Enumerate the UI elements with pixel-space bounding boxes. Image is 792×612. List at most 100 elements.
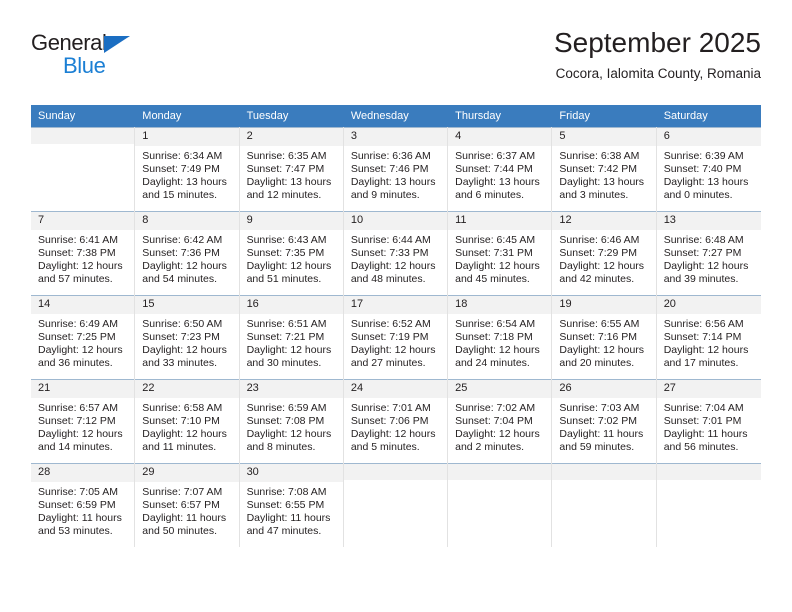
day-number: 25: [448, 379, 552, 398]
calendar-day-cell[interactable]: 29 Sunrise: 7:07 AM Sunset: 6:57 PM Dayligh…: [135, 463, 240, 547]
calendar-day-cell[interactable]: 27 Sunrise: 7:04 AM Sunset: 7:01 PM Dayligh…: [656, 379, 761, 463]
day-details: Sunrise: 7:02 AM Sunset: 7:04 PM Daylight:…: [448, 398, 551, 455]
calendar-day-cell[interactable]: 22 Sunrise: 6:58 AM Sunset: 7:10 PM Dayligh…: [135, 379, 240, 463]
day-daylight-line1-text: Daylight: 12 hours: [38, 343, 123, 356]
day-daylight-line2-text: and 51 minutes.: [246, 273, 322, 286]
day-daylight-line2-text: and 57 minutes.: [38, 273, 113, 286]
day-sunset-text: Sunset: 7:38 PM: [38, 246, 116, 259]
calendar-day-cell[interactable]: 24 Sunrise: 7:01 AM Sunset: 7:06 PM Dayligh…: [343, 379, 449, 463]
day-cell-inner: 22 Sunrise: 6:58 AM Sunset: 7:10 PM Dayligh…: [135, 379, 240, 463]
day-cell-inner: 29 Sunrise: 7:07 AM Sunset: 6:57 PM Dayligh…: [135, 463, 240, 547]
day-number: 30: [239, 463, 343, 482]
day-number: 3: [343, 127, 448, 146]
day-daylight-line2-text: and 53 minutes.: [38, 525, 113, 538]
day-number: 14: [31, 295, 135, 314]
calendar-day-cell[interactable]: 15 Sunrise: 6:50 AM Sunset: 7:23 PM Dayligh…: [135, 295, 240, 379]
day-daylight-line1-text: Daylight: 12 hours: [246, 259, 332, 272]
day-sunrise-text: Sunrise: 6:34 AM: [142, 149, 223, 162]
day-cell-inner: 8 Sunrise: 6:42 AM Sunset: 7:36 PM Daylight…: [135, 211, 240, 295]
day-cell-inner: 6 Sunrise: 6:39 AM Sunset: 7:40 PM Daylight…: [656, 127, 761, 211]
day-sunset-text: Sunset: 7:04 PM: [455, 414, 533, 427]
day-daylight-line2-text: and 12 minutes.: [246, 189, 322, 202]
day-sunrise-text: Sunrise: 6:48 AM: [663, 233, 744, 246]
day-number: 12: [552, 211, 656, 230]
day-cell-inner: 23 Sunrise: 6:59 AM Sunset: 7:08 PM Dayligh…: [239, 379, 344, 463]
day-details: Sunrise: 6:50 AM Sunset: 7:23 PM Daylight:…: [135, 314, 238, 371]
calendar-day-cell[interactable]: 9 Sunrise: 6:43 AM Sunset: 7:35 PM Daylight…: [239, 211, 344, 295]
day-number: [448, 463, 552, 480]
day-sunrise-text: Sunrise: 7:01 AM: [350, 401, 431, 414]
day-number: [552, 463, 656, 480]
day-cell-inner: 18 Sunrise: 6:54 AM Sunset: 7:18 PM Dayligh…: [448, 295, 553, 379]
day-daylight-line2-text: and 27 minutes.: [350, 357, 426, 370]
page-header: General Blue September 2025 Cocora, Ialo…: [31, 27, 761, 99]
day-details: Sunrise: 6:35 AM Sunset: 7:47 PM Daylight:…: [240, 146, 343, 203]
day-number: 15: [135, 295, 239, 314]
day-daylight-line1-text: Daylight: 12 hours: [38, 259, 123, 272]
day-daylight-line2-text: and 17 minutes.: [663, 357, 739, 370]
day-sunrise-text: Sunrise: 6:45 AM: [455, 233, 536, 246]
day-daylight-line2-text: and 56 minutes.: [663, 441, 739, 454]
day-details: Sunrise: 6:37 AM Sunset: 7:44 PM Daylight:…: [448, 146, 551, 203]
calendar-day-cell[interactable]: 13 Sunrise: 6:48 AM Sunset: 7:27 PM Dayligh…: [656, 211, 761, 295]
calendar-day-cell[interactable]: 21 Sunrise: 6:57 AM Sunset: 7:12 PM Dayligh…: [31, 379, 136, 463]
calendar-day-cell[interactable]: 20 Sunrise: 6:56 AM Sunset: 7:14 PM Dayligh…: [656, 295, 761, 379]
calendar-day-cell[interactable]: 28 Sunrise: 7:05 AM Sunset: 6:59 PM Dayligh…: [31, 463, 136, 547]
day-daylight-line2-text: and 0 minutes.: [663, 189, 733, 202]
day-number: [656, 463, 761, 480]
calendar-day-cell[interactable]: 10 Sunrise: 6:44 AM Sunset: 7:33 PM Dayligh…: [343, 211, 449, 295]
day-sunrise-text: Sunrise: 6:57 AM: [38, 401, 118, 414]
calendar-day-cell[interactable]: 16 Sunrise: 6:51 AM Sunset: 7:21 PM Dayligh…: [239, 295, 344, 379]
day-details: Sunrise: 7:03 AM Sunset: 7:02 PM Daylight:…: [552, 398, 655, 455]
day-sunrise-text: Sunrise: 6:44 AM: [350, 233, 431, 246]
calendar-day-cell[interactable]: 2 Sunrise: 6:35 AM Sunset: 7:47 PM Daylight…: [239, 127, 344, 211]
day-sunset-text: Sunset: 7:02 PM: [559, 414, 638, 427]
day-details: Sunrise: 6:46 AM Sunset: 7:29 PM Daylight:…: [552, 230, 655, 287]
calendar-day-cell[interactable]: 3 Sunrise: 6:36 AM Sunset: 7:46 PM Daylight…: [343, 127, 449, 211]
day-sunrise-text: Sunrise: 6:50 AM: [142, 317, 223, 330]
calendar-day-cell[interactable]: 25 Sunrise: 7:02 AM Sunset: 7:04 PM Dayligh…: [448, 379, 553, 463]
day-number: 27: [656, 379, 761, 398]
day-daylight-line2-text: and 54 minutes.: [142, 273, 217, 286]
calendar-day-cell[interactable]: 14 Sunrise: 6:49 AM Sunset: 7:25 PM Dayligh…: [31, 295, 136, 379]
calendar-week-row: 14 Sunrise: 6:49 AM Sunset: 7:25 PM Dayligh…: [31, 295, 761, 379]
day-daylight-line1-text: Daylight: 12 hours: [246, 427, 332, 440]
day-sunset-text: Sunset: 7:36 PM: [142, 246, 220, 259]
day-daylight-line2-text: and 45 minutes.: [455, 273, 530, 286]
day-sunrise-text: Sunrise: 6:58 AM: [142, 401, 223, 414]
day-sunset-text: Sunset: 7:23 PM: [142, 330, 220, 343]
day-daylight-line2-text: and 36 minutes.: [38, 357, 113, 370]
calendar-day-cell[interactable]: 17 Sunrise: 6:52 AM Sunset: 7:19 PM Dayligh…: [343, 295, 449, 379]
calendar-day-cell[interactable]: 1 Sunrise: 6:34 AM Sunset: 7:49 PM Daylight…: [135, 127, 240, 211]
day-daylight-line1-text: Daylight: 12 hours: [142, 259, 227, 272]
day-daylight-line2-text: and 30 minutes.: [246, 357, 322, 370]
day-details: Sunrise: 6:55 AM Sunset: 7:16 PM Daylight:…: [552, 314, 655, 371]
day-sunrise-text: Sunrise: 7:03 AM: [559, 401, 640, 414]
day-cell-inner: [31, 127, 136, 211]
day-cell-inner: 17 Sunrise: 6:52 AM Sunset: 7:19 PM Dayligh…: [343, 295, 449, 379]
logo-text-general: General: [31, 30, 107, 55]
calendar-header-row: Sunday Monday Tuesday Wednesday Thursday…: [31, 105, 761, 127]
day-sunset-text: Sunset: 7:25 PM: [38, 330, 116, 343]
day-sunset-text: Sunset: 7:18 PM: [455, 330, 533, 343]
day-daylight-line2-text: and 47 minutes.: [246, 525, 322, 538]
calendar-day-cell[interactable]: 26 Sunrise: 7:03 AM Sunset: 7:02 PM Dayligh…: [552, 379, 657, 463]
calendar-day-cell[interactable]: 30 Sunrise: 7:08 AM Sunset: 6:55 PM Dayligh…: [239, 463, 344, 547]
weekday-header-tuesday: Tuesday: [239, 105, 344, 127]
calendar-day-cell[interactable]: 23 Sunrise: 6:59 AM Sunset: 7:08 PM Dayligh…: [239, 379, 344, 463]
calendar-day-cell[interactable]: 8 Sunrise: 6:42 AM Sunset: 7:36 PM Daylight…: [135, 211, 240, 295]
day-sunset-text: Sunset: 7:29 PM: [559, 246, 638, 259]
calendar-day-cell[interactable]: 6 Sunrise: 6:39 AM Sunset: 7:40 PM Daylight…: [656, 127, 761, 211]
calendar-day-cell[interactable]: 12 Sunrise: 6:46 AM Sunset: 7:29 PM Dayligh…: [552, 211, 657, 295]
calendar-day-cell[interactable]: 19 Sunrise: 6:55 AM Sunset: 7:16 PM Dayligh…: [552, 295, 657, 379]
day-number: 20: [656, 295, 761, 314]
calendar-day-cell[interactable]: 4 Sunrise: 6:37 AM Sunset: 7:44 PM Daylight…: [448, 127, 553, 211]
day-sunset-text: Sunset: 7:47 PM: [246, 162, 325, 175]
day-sunrise-text: Sunrise: 6:46 AM: [559, 233, 640, 246]
calendar-day-cell[interactable]: 18 Sunrise: 6:54 AM Sunset: 7:18 PM Dayligh…: [448, 295, 553, 379]
calendar-day-cell[interactable]: 5 Sunrise: 6:38 AM Sunset: 7:42 PM Daylight…: [552, 127, 657, 211]
day-cell-inner: 16 Sunrise: 6:51 AM Sunset: 7:21 PM Dayligh…: [239, 295, 344, 379]
calendar-day-cell[interactable]: 11 Sunrise: 6:45 AM Sunset: 7:31 PM Dayligh…: [448, 211, 553, 295]
day-daylight-line1-text: Daylight: 12 hours: [663, 343, 749, 356]
calendar-day-cell[interactable]: 7 Sunrise: 6:41 AM Sunset: 7:38 PM Daylight…: [31, 211, 136, 295]
